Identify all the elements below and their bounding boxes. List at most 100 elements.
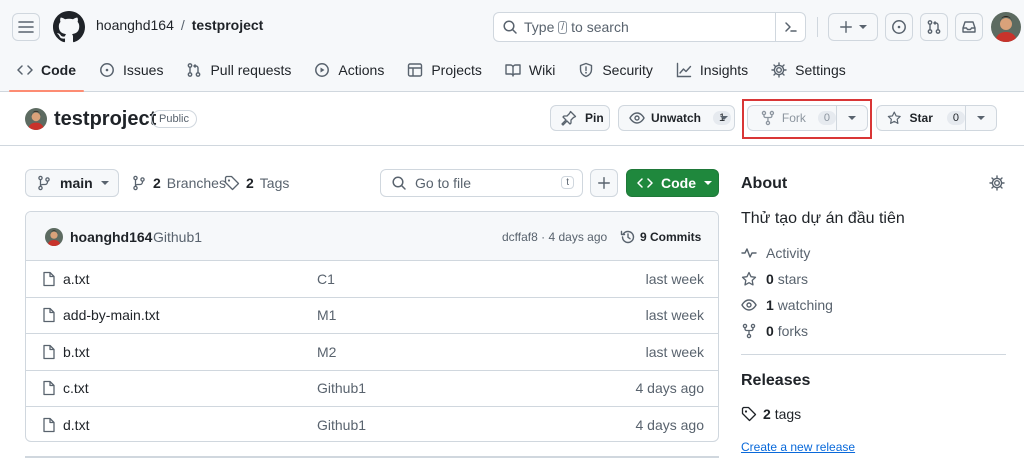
shield-icon — [580, 62, 593, 78]
tags-link[interactable]: 2 Tags — [224, 175, 289, 191]
table-row[interactable]: add-by-main.txt M1 last week — [26, 298, 718, 334]
file-commit-date: 4 days ago — [635, 380, 705, 397]
command-palette-button[interactable] — [775, 12, 805, 42]
release-tags-link[interactable]: 2 tags — [741, 406, 801, 422]
table-row[interactable]: d.txt Github1 4 days ago — [26, 407, 718, 441]
table-row[interactable]: c.txt Github1 4 days ago — [26, 371, 718, 407]
owner-link[interactable]: hoanghd164 — [96, 17, 174, 33]
fork-label: Fork — [781, 111, 806, 125]
about-heading: About — [741, 175, 788, 192]
fork-count-badge: 0 — [817, 111, 836, 125]
search-input[interactable]: Type / to search — [493, 12, 806, 42]
file-commit-date: last week — [645, 307, 704, 324]
create-release-link[interactable]: Create a new release — [741, 440, 855, 454]
fork-dropdown-button[interactable] — [836, 105, 868, 131]
repo-forked-icon — [742, 323, 756, 339]
tag-icon — [741, 406, 757, 422]
table-row[interactable]: b.txt M2 last week — [26, 334, 718, 371]
history-icon — [620, 230, 635, 244]
branch-selector[interactable]: main — [25, 169, 119, 197]
tab-security[interactable]: Security — [570, 56, 661, 84]
book-icon — [505, 64, 521, 77]
commit-hash-and-time[interactable]: dcffaf8 · 4 days ago — [502, 230, 607, 244]
star-dropdown-button[interactable] — [965, 105, 997, 131]
file-icon — [43, 344, 55, 359]
commit-message[interactable]: Github1 — [153, 229, 202, 245]
commits-history-link[interactable]: 9 Commits — [620, 229, 701, 245]
your-pull-requests-button[interactable] — [920, 13, 948, 41]
github-logo-icon[interactable] — [53, 11, 85, 43]
watching-link[interactable]: 1 watching — [741, 297, 833, 313]
file-name[interactable]: d.txt — [63, 417, 89, 433]
star-icon — [741, 271, 757, 286]
tab-insights[interactable]: Insights — [668, 56, 756, 84]
file-commit-message[interactable]: M2 — [317, 344, 336, 360]
repo-owner-avatar[interactable] — [25, 108, 47, 130]
releases-heading[interactable]: Releases — [741, 372, 810, 390]
git-branch-icon — [133, 175, 145, 191]
breadcrumb-separator: / — [180, 17, 185, 33]
your-issues-button[interactable] — [885, 13, 913, 41]
tab-projects[interactable]: Projects — [399, 56, 490, 84]
repo-title[interactable]: testproject — [54, 108, 156, 131]
gear-icon — [771, 62, 787, 78]
tab-actions[interactable]: Actions — [306, 56, 392, 84]
file-name[interactable]: c.txt — [63, 380, 89, 396]
commit-author[interactable]: hoanghd164 — [70, 229, 152, 245]
forks-link[interactable]: 0 forks — [741, 323, 808, 339]
file-commit-message[interactable]: C1 — [317, 271, 335, 287]
avatar-image-icon — [25, 108, 47, 130]
tab-issues[interactable]: Issues — [91, 56, 171, 84]
star-count-badge: 0 — [946, 111, 965, 125]
hamburger-icon — [18, 21, 34, 33]
file-icon — [43, 381, 55, 396]
tab-settings[interactable]: Settings — [763, 56, 854, 84]
forks-label: forks — [777, 323, 809, 339]
unwatch-button[interactable]: Unwatch 1 — [618, 105, 735, 131]
file-commit-message[interactable]: M1 — [317, 307, 336, 323]
git-pull-request-icon — [188, 63, 201, 77]
issue-opened-icon — [892, 20, 906, 34]
commit-author-avatar[interactable] — [45, 228, 63, 246]
activity-link[interactable]: Activity — [741, 245, 810, 261]
gear-icon[interactable] — [989, 175, 1005, 191]
table-row[interactable]: a.txt C1 last week — [26, 261, 718, 298]
avatar-image-icon — [991, 12, 1021, 42]
menu-button[interactable] — [12, 13, 40, 41]
file-commit-message[interactable]: Github1 — [317, 380, 366, 396]
file-name[interactable]: a.txt — [63, 271, 89, 287]
notifications-button[interactable] — [955, 13, 983, 41]
release-tags-label: tags — [774, 406, 802, 422]
create-new-button[interactable] — [828, 13, 878, 41]
add-file-button[interactable] — [590, 169, 618, 197]
triangle-down-icon — [704, 181, 712, 185]
triangle-down-icon — [848, 116, 856, 120]
repo-link[interactable]: testproject — [192, 17, 264, 33]
branches-link[interactable]: 2 Branches — [131, 175, 226, 191]
watch-dropdown-caret[interactable] — [714, 106, 734, 130]
branches-label: Branches — [166, 175, 226, 191]
tab-wiki[interactable]: Wiki — [497, 56, 563, 84]
fork-button[interactable]: Fork 0 — [747, 105, 837, 131]
forks-count: 0 — [766, 323, 774, 339]
header-divider — [817, 17, 818, 37]
star-label: Star — [909, 111, 933, 125]
repo-forked-icon — [761, 110, 775, 126]
tab-issues-label: Issues — [123, 62, 164, 78]
search-placeholder-suffix: to search — [571, 19, 629, 35]
pulse-icon — [741, 248, 757, 258]
file-commit-message[interactable]: Github1 — [317, 417, 366, 433]
code-clone-button[interactable]: Code — [626, 169, 719, 197]
user-avatar[interactable] — [991, 12, 1021, 42]
go-to-file-input[interactable]: Go to file t — [380, 169, 583, 197]
tab-pull-requests[interactable]: Pull requests — [178, 56, 299, 84]
stars-link[interactable]: 0 stars — [741, 271, 808, 287]
file-name[interactable]: add-by-main.txt — [63, 307, 159, 323]
repo-description: Thử tạo dự án đầu tiên — [741, 210, 905, 227]
tags-label: Tags — [259, 175, 290, 191]
star-button[interactable]: Star 0 — [876, 105, 966, 131]
tab-code[interactable]: Code — [9, 56, 84, 92]
triangle-down-icon — [100, 181, 109, 185]
pin-button[interactable]: Pin — [550, 105, 610, 131]
file-name[interactable]: b.txt — [63, 344, 89, 360]
